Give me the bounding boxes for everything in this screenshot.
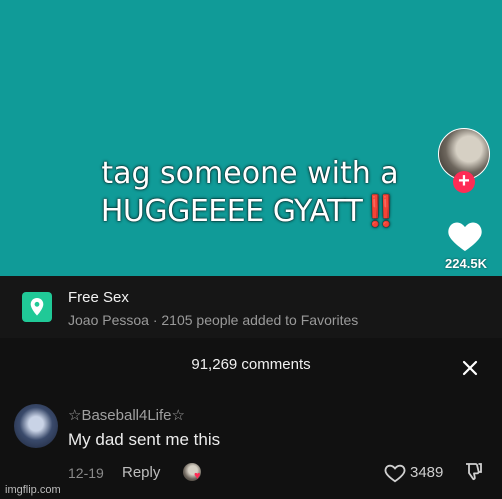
comment-like-count: 3489 — [410, 464, 444, 481]
video-player[interactable]: tag someone with a HUGGEEEE GYATT‼️ + 22… — [0, 0, 502, 276]
map-pin-icon — [22, 292, 52, 322]
follow-plus-button[interactable]: + — [453, 171, 475, 193]
like-heart-icon[interactable] — [447, 219, 483, 253]
location-subtitle: Joao Pessoa · 2105 people added to Favor… — [68, 312, 359, 328]
caption-line-1: tag someone with a — [101, 156, 399, 191]
comment-heart-icon[interactable] — [384, 462, 406, 484]
commenter-avatar[interactable] — [14, 404, 58, 448]
location-banner[interactable]: Free Sex Joao Pessoa · 2105 people added… — [0, 276, 502, 338]
video-caption: tag someone with a HUGGEEEE GYATT‼️ — [60, 155, 440, 231]
reply-button[interactable]: Reply — [122, 464, 160, 481]
watermark: imgflip.com — [5, 484, 61, 496]
comment-date: 12-19 — [68, 465, 104, 481]
close-icon[interactable] — [462, 360, 478, 376]
comments-count-header: 91,269 comments — [191, 356, 311, 373]
caption-line-2: HUGGEEEE GYATT — [100, 194, 363, 229]
location-title: Free Sex — [68, 289, 129, 306]
comment-text: My dad sent me this — [68, 430, 221, 449]
caption-emphasis: ‼️ — [362, 194, 400, 229]
creator-liked-badge: ♥ — [183, 463, 205, 485]
comments-panel: Free Sex Joao Pessoa · 2105 people added… — [0, 276, 502, 499]
like-count: 224.5K — [445, 256, 487, 271]
comment-username[interactable]: ☆Baseball4Life☆ — [68, 406, 185, 424]
dislike-icon[interactable] — [463, 462, 483, 482]
mini-heart-icon: ♥ — [194, 470, 201, 482]
